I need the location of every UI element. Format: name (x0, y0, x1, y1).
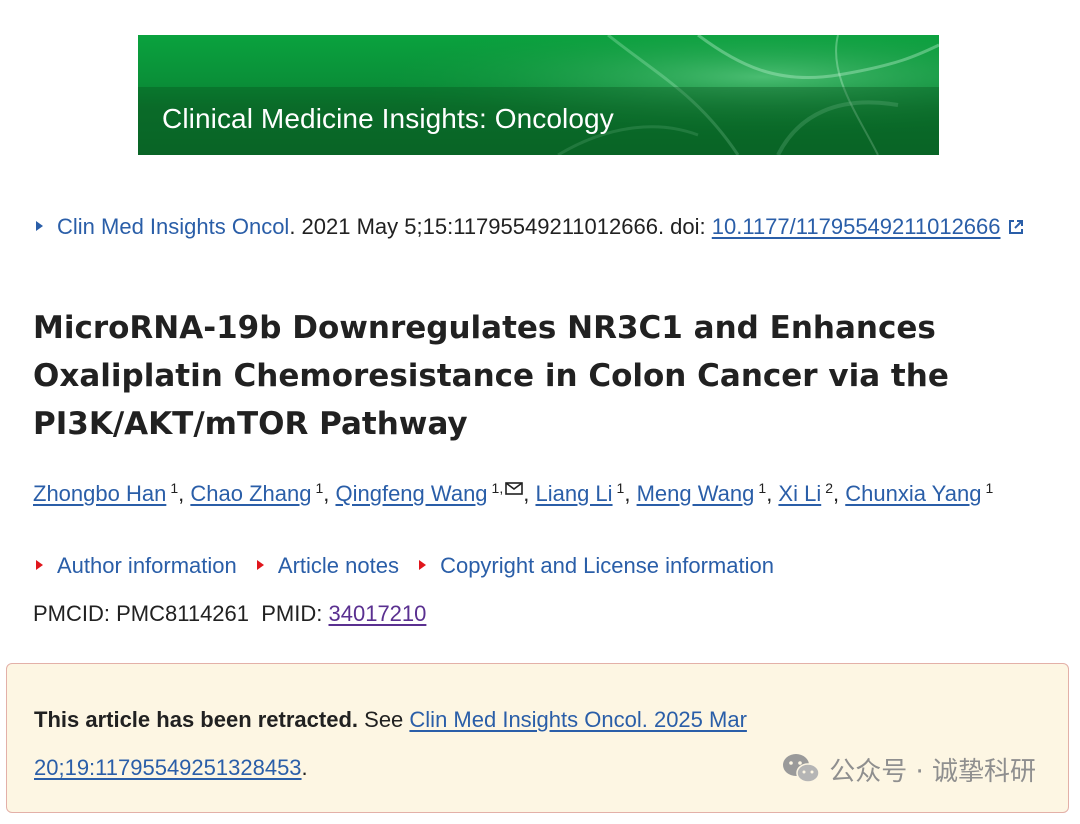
article-notes-toggle[interactable]: Article notes (256, 553, 399, 578)
author-link[interactable]: Chao Zhang (190, 481, 311, 506)
author-link[interactable]: Xi Li (778, 481, 821, 506)
mail-icon[interactable] (505, 482, 524, 495)
author-list: Zhongbo Han 1, Chao Zhang 1, Qingfeng Wang… (33, 480, 994, 506)
wechat-icon (783, 754, 820, 783)
journal-link[interactable]: Clin Med Insights Oncol (57, 214, 289, 239)
article-info-links: Author information Article notes Copyrig… (36, 553, 788, 579)
retraction-heading: This article has been retracted. (34, 707, 359, 732)
article-notes-label: Article notes (277, 553, 399, 578)
author-affiliation: 1 (170, 480, 179, 496)
author-affiliation: 1, (491, 480, 504, 496)
author-affiliation: 2 (825, 480, 834, 496)
pmcid: PMCID: PMC8114261 (33, 601, 250, 626)
expand-triangle-icon (419, 560, 427, 570)
retraction-notice: This article has been retracted. See Cli… (6, 663, 1069, 813)
article-title: MicroRNA-19b Downregulates NR3C1 and Enh… (33, 310, 949, 442)
article-identifiers: PMCID: PMC8114261 PMID: 34017210 (33, 601, 426, 627)
pmid-link[interactable]: 34017210 (329, 601, 427, 626)
author-affiliation: 1 (315, 480, 324, 496)
expand-triangle-icon (36, 221, 43, 231)
author-link[interactable]: Zhongbo Han (33, 481, 166, 506)
copyright-label: Copyright and License information (440, 553, 774, 578)
author-link[interactable]: Liang Li (535, 481, 612, 506)
author-affiliation: 1 (758, 480, 767, 496)
retraction-text: This article has been retracted. See Cli… (34, 696, 814, 792)
author-link[interactable]: Meng Wang (637, 481, 755, 506)
journal-banner[interactable]: Clinical Medicine Insights: Oncology (138, 35, 939, 155)
copyright-toggle[interactable]: Copyright and License information (419, 553, 774, 578)
author-affiliation: 1 (985, 480, 994, 496)
citation-details: . 2021 May 5;15:11795549211012666. doi: (289, 214, 712, 239)
author-information-label: Author information (57, 553, 237, 578)
pmid-label: PMID: (261, 601, 323, 626)
expand-triangle-icon (36, 560, 43, 570)
retraction-see: See (358, 707, 410, 732)
watermark: 公众号 · 诚挚科研 (781, 751, 1036, 788)
journal-title: Clinical Medicine Insights: Oncology (162, 103, 614, 134)
watermark-text: 公众号 · 诚挚科研 (829, 757, 1036, 787)
doi-link[interactable]: 10.1177/11795549211012666 (712, 214, 1001, 239)
retraction-period: . (301, 755, 308, 780)
expand-triangle-icon (256, 560, 264, 570)
author-link[interactable]: Qingfeng Wang (335, 481, 487, 506)
author-information-toggle[interactable]: Author information (36, 553, 237, 578)
author-link[interactable]: Chunxia Yang (845, 481, 981, 506)
author-affiliation: 1 (616, 480, 625, 496)
external-link-icon[interactable] (1007, 218, 1025, 236)
citation-line: Clin Med Insights Oncol. 2021 May 5;15:1… (36, 214, 1080, 240)
